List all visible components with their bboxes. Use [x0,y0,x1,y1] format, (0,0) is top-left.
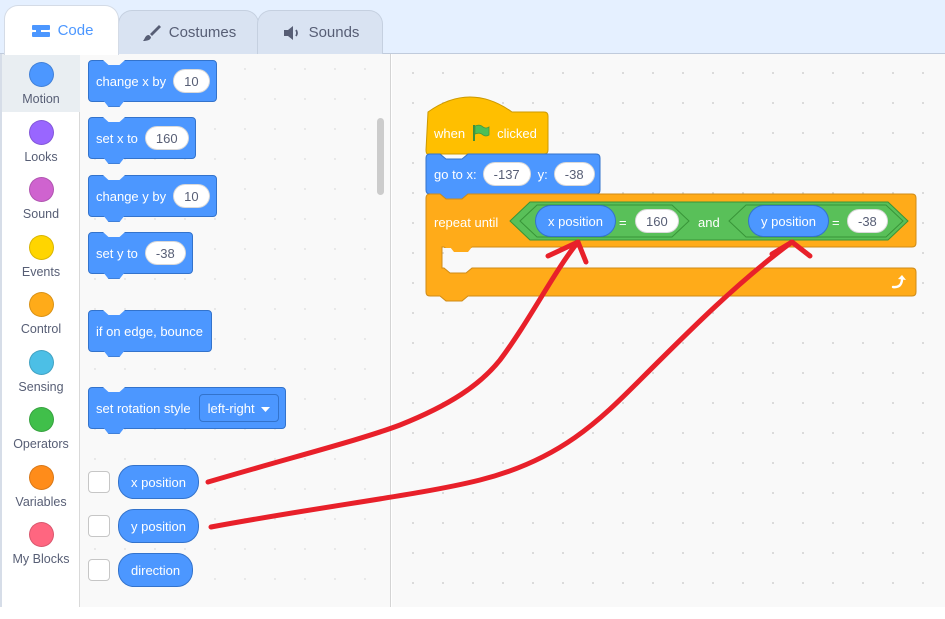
set-y-input[interactable]: -38 [144,241,186,265]
category-control[interactable]: Control [2,284,80,342]
reporter-label: x position [548,213,603,229]
block-label: set rotation style [96,400,191,416]
change-y-input[interactable]: 10 [173,184,210,208]
hat-when-label: when [434,125,466,141]
go-to-xy-block[interactable]: go to x: -137 y: -38 [434,161,595,187]
equals-sign-left: = [619,213,627,231]
category-variables[interactable]: Variables [2,457,80,515]
category-motion[interactable]: Motion [2,54,80,112]
category-label: Operators [13,437,69,451]
equals-sign-right: = [832,213,840,231]
code-blocks-icon [30,22,52,40]
reporter-label: direction [131,562,181,578]
variables-category-icon [28,465,54,490]
reporter-label: y position [761,213,816,229]
direction-checkbox[interactable] [88,559,110,581]
category-label: Looks [24,150,58,164]
category-menu: Motion Looks Sound Events Control Sensin… [0,54,80,607]
events-category-icon [28,235,54,260]
looks-category-icon [28,120,54,145]
goto-y-label: y: [537,166,548,182]
category-label: Variables [15,495,67,509]
tab-sounds-label: Sounds [308,24,360,41]
operator-label: = [619,214,627,230]
rotation-style-dropdown[interactable]: left-right [198,394,279,422]
block-change-x-by[interactable]: change x by 10 [88,60,217,102]
tab-sounds[interactable]: Sounds [257,10,383,54]
tab-costumes-label: Costumes [168,24,237,41]
block-label: change y by [96,188,167,204]
block-set-y-to[interactable]: set y to -38 [88,232,193,274]
caret-down-icon [260,401,270,416]
block-change-y-by[interactable]: change y by 10 [88,175,217,217]
and-label-wrap: and [698,213,720,231]
category-label: Events [21,265,61,279]
category-my-blocks[interactable]: My Blocks [2,514,80,572]
dropdown-value: left-right [207,400,255,416]
block-label: set x to [96,130,138,146]
tab-code-label: Code [57,22,94,39]
scratch-editor: Code Costumes Sounds Motion Looks Sound [0,0,945,619]
control-category-icon [28,292,54,317]
reporter-direction[interactable]: direction [118,553,194,587]
category-label: Control [20,322,62,336]
motion-category-icon [28,62,54,87]
x-position-checkbox[interactable] [88,471,110,493]
tab-code[interactable]: Code [4,5,119,55]
goto-x-input[interactable]: -137 [482,162,531,186]
operator-label: = [832,214,840,230]
reporter-label: y position [131,518,186,534]
change-x-input[interactable]: 10 [173,69,210,93]
category-label: Sound [22,207,60,221]
category-sound[interactable]: Sound [2,169,80,227]
block-if-on-edge-bounce[interactable]: if on edge, bounce [88,310,212,352]
hat-clicked-label: clicked [497,125,537,141]
operators-category-icon [28,407,54,432]
condition-x-position-reporter[interactable]: x position [535,205,616,237]
when-flag-clicked-block[interactable]: when clicked [434,124,537,142]
condition-x-value-input[interactable]: 160 [635,209,679,233]
editor-tab-bar: Code Costumes Sounds [0,0,945,55]
reporter-x-position[interactable]: x position [118,465,199,499]
reporter-label: x position [131,474,186,490]
goto-y-input[interactable]: -38 [553,162,595,186]
category-operators[interactable]: Operators [2,399,80,457]
palette-scrollbar[interactable] [377,118,384,195]
speaker-icon [281,24,303,42]
condition-y-value-input[interactable]: -38 [847,209,888,233]
category-label: My Blocks [12,552,70,566]
block-label: change x by [96,73,167,89]
goto-label: go to x: [434,166,477,182]
reporter-y-position[interactable]: y position [118,509,199,543]
block-label: set y to [96,245,138,261]
block-set-x-to[interactable]: set x to 160 [88,117,196,159]
set-x-input[interactable]: 160 [144,126,189,150]
condition-y-position-reporter[interactable]: y position [748,205,829,237]
category-looks[interactable]: Looks [2,112,80,170]
sound-category-icon [28,177,54,202]
sensing-category-icon [28,350,54,375]
repeat-until-label: repeat until [434,214,499,230]
block-label: if on edge, bounce [96,323,203,339]
category-events[interactable]: Events [2,227,80,285]
and-label: and [698,214,720,230]
green-flag-icon [471,124,491,142]
block-set-rotation-style[interactable]: set rotation style left-right [88,387,286,429]
paintbrush-icon [141,24,163,42]
repeat-until-label-wrap[interactable]: repeat until [434,213,498,231]
category-label: Sensing [18,380,64,394]
y-position-checkbox[interactable] [88,515,110,537]
my-blocks-category-icon [28,522,54,547]
category-label: Motion [22,92,60,106]
tab-costumes[interactable]: Costumes [118,10,259,54]
category-sensing[interactable]: Sensing [2,342,80,400]
